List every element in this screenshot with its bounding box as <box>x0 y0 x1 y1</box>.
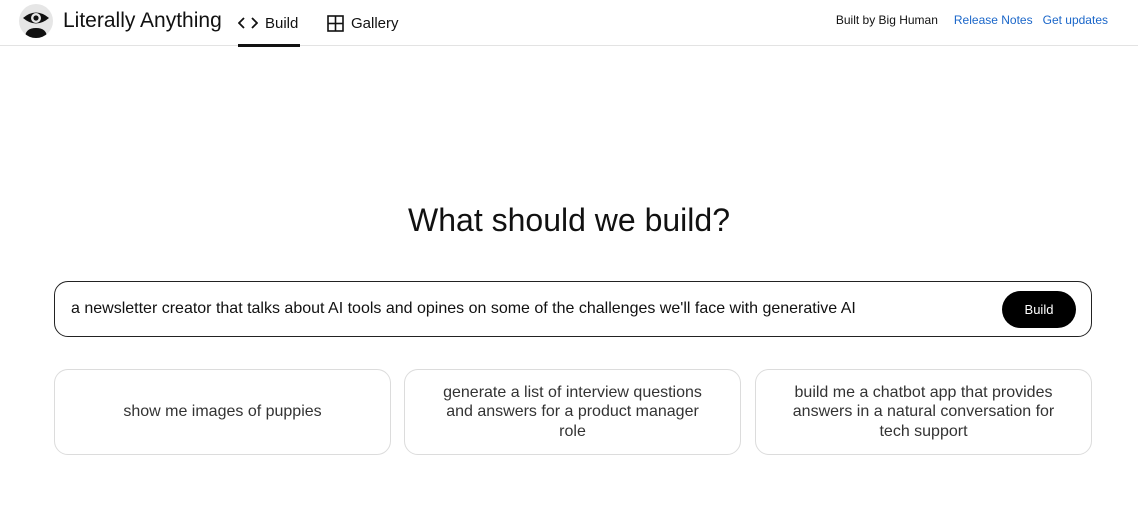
code-brackets-icon <box>238 16 258 30</box>
get-updates-link[interactable]: Get updates <box>1043 13 1108 27</box>
built-by-text[interactable]: Built by Big Human <box>836 13 938 27</box>
app-title[interactable]: Literally Anything <box>63 9 222 33</box>
build-button[interactable]: Build <box>1002 291 1076 328</box>
top-navigation-bar: Literally Anything Build Gallery Built b… <box>0 0 1138 47</box>
suggestion-text: generate a list of interview questions a… <box>443 383 702 440</box>
tab-build[interactable]: Build <box>238 0 300 47</box>
suggestion-text: build me a chatbot app that provides ans… <box>792 383 1055 440</box>
prompt-container: Build <box>54 281 1092 337</box>
tab-gallery[interactable]: Gallery <box>327 0 399 46</box>
suggestion-card-interview-questions[interactable]: generate a list of interview questions a… <box>404 369 741 455</box>
eye-logo-icon[interactable] <box>19 4 53 38</box>
suggestion-text: show me images of puppies <box>123 403 322 421</box>
prompt-input[interactable] <box>71 282 991 336</box>
suggestion-card-puppies[interactable]: show me images of puppies <box>54 369 391 455</box>
page-headline: What should we build? <box>408 202 730 238</box>
release-notes-link[interactable]: Release Notes <box>954 13 1033 27</box>
header-right-group: Built by Big Human Release Notes Get upd… <box>836 13 1108 27</box>
tab-gallery-label: Gallery <box>351 14 399 32</box>
tab-build-label: Build <box>265 14 299 32</box>
grid-icon <box>327 14 344 32</box>
suggestion-card-chatbot[interactable]: build me a chatbot app that provides ans… <box>755 369 1092 455</box>
